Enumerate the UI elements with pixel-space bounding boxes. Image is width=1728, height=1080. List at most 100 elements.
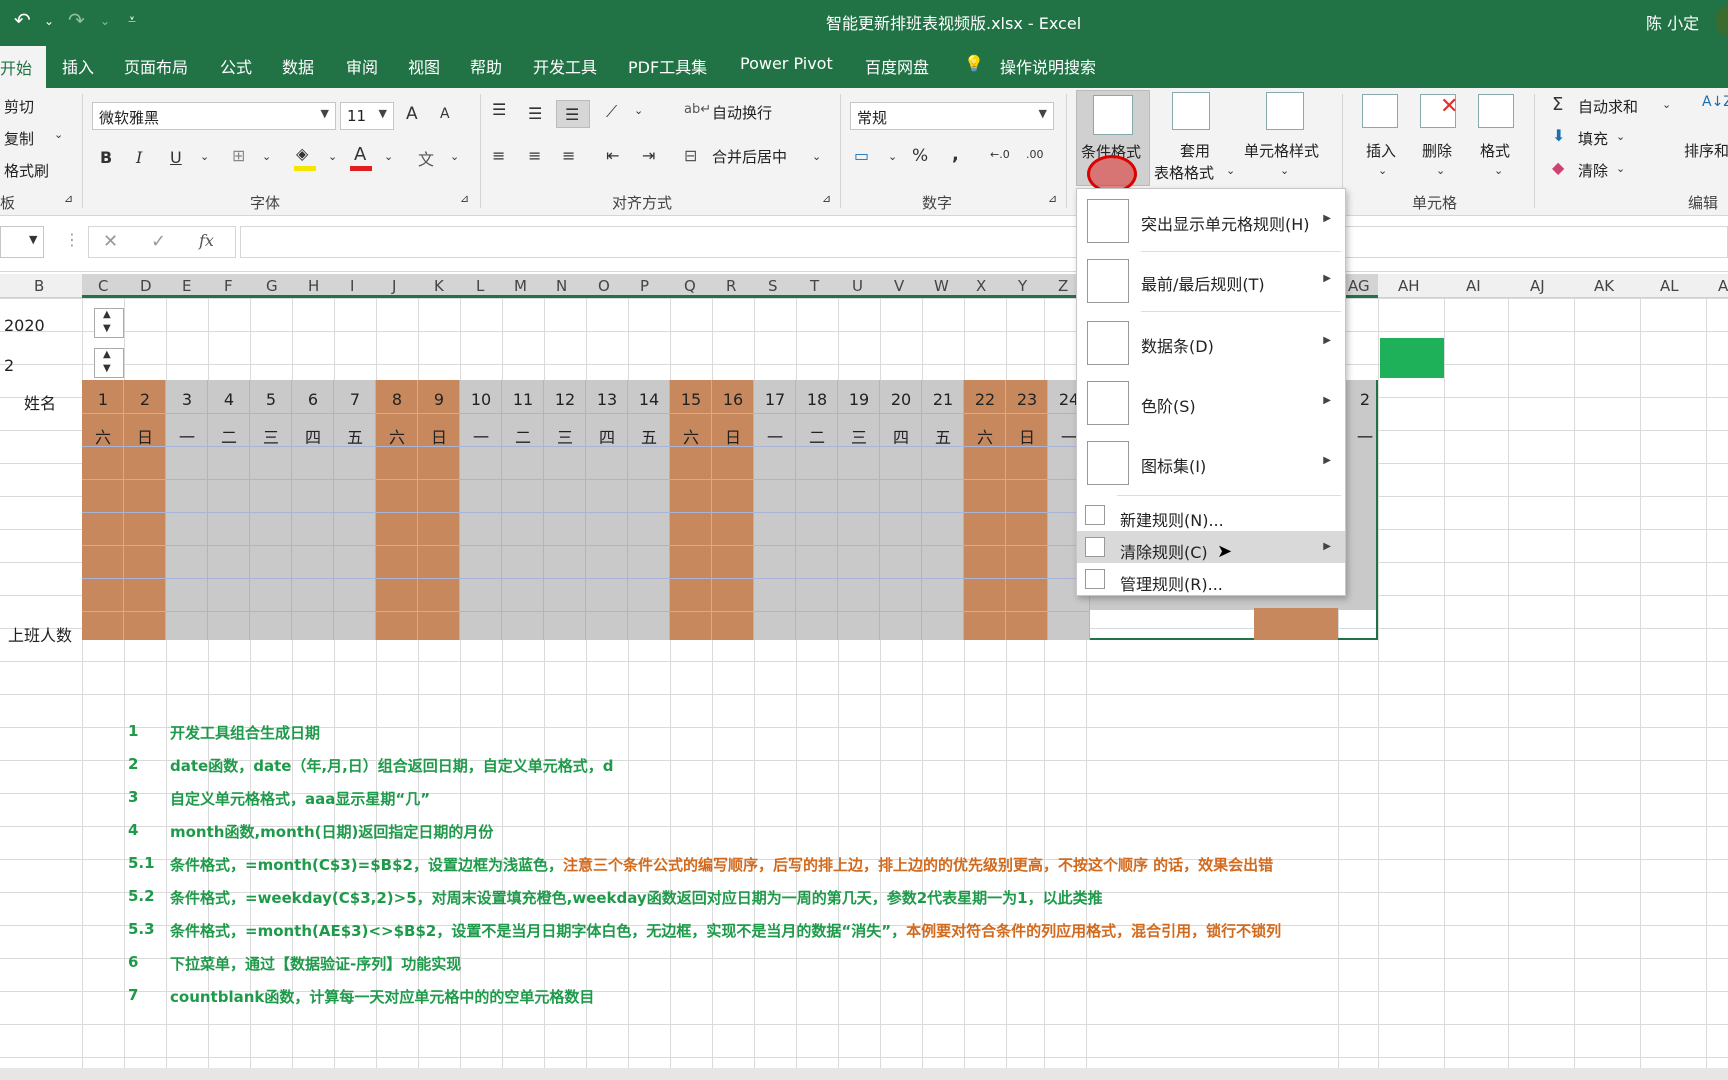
note-number[interactable]: 3	[128, 788, 138, 806]
weekend-column[interactable]	[712, 380, 754, 640]
menu-item-highlight-rules[interactable]: 突出显示单元格规则(H) ▶	[1077, 193, 1345, 249]
weekday-cell[interactable]: 一	[166, 424, 208, 448]
menu-item-clear-rules[interactable]: 清除规则(C) ▶ ➤	[1077, 531, 1345, 563]
weekday-column[interactable]	[208, 380, 250, 640]
clear-button[interactable]: 清除	[1578, 160, 1608, 181]
tab-developer[interactable]: 开发工具	[533, 54, 597, 78]
day-number-cell[interactable]: 12	[544, 390, 586, 409]
align-center-icon[interactable]: ≡	[528, 146, 541, 165]
year-spinner[interactable]: ▲ ▼	[94, 308, 124, 338]
col-header[interactable]: T	[810, 277, 819, 295]
note-text[interactable]: 条件格式，=month(C$3)=$B$2，设置边框为浅蓝色，注意三个条件公式的…	[170, 854, 1273, 875]
weekday-column[interactable]	[838, 380, 880, 640]
sheet-tabs-bar[interactable]	[0, 1068, 1728, 1080]
col-header[interactable]: P	[640, 277, 649, 295]
col-header[interactable]: D	[140, 277, 152, 295]
tab-baidu[interactable]: 百度网盘	[865, 54, 929, 78]
borders-dropdown-icon[interactable]: ⌄	[262, 150, 271, 163]
weekday-cell[interactable]: 三	[250, 424, 292, 448]
day-number-cell[interactable]: 2	[1344, 390, 1386, 409]
undo-icon[interactable]: ↶	[14, 8, 31, 32]
weekday-cell[interactable]: 一	[1344, 424, 1386, 448]
weekday-column[interactable]	[502, 380, 544, 640]
weekday-cell[interactable]: 三	[544, 424, 586, 448]
align-left-icon[interactable]: ≡	[492, 146, 505, 165]
note-number[interactable]: 2	[128, 755, 138, 773]
conditional-formatting-button[interactable]: 条件格式	[1076, 90, 1150, 193]
day-number-cell[interactable]: 6	[292, 390, 334, 409]
accounting-dropdown-icon[interactable]: ⌄	[888, 150, 897, 163]
increase-decimal-button[interactable]: ←.0	[990, 148, 1010, 161]
borders-icon[interactable]: ⊞	[232, 146, 245, 165]
weekday-column[interactable]	[544, 380, 586, 640]
weekday-cell[interactable]: 一	[460, 424, 502, 448]
note-text[interactable]: 开发工具组合生成日期	[170, 722, 320, 743]
day-number-cell[interactable]: 22	[964, 390, 1006, 409]
align-right-icon[interactable]: ≡	[562, 146, 575, 165]
merge-center-button[interactable]: 合并后居中	[712, 146, 787, 167]
phonetic-button[interactable]: 文	[418, 146, 434, 170]
align-top-icon[interactable]: ☰	[492, 100, 506, 119]
note-number[interactable]: 7	[128, 986, 138, 1004]
insert-dropdown-icon[interactable]: ⌄	[1378, 164, 1387, 177]
weekday-column[interactable]	[754, 380, 796, 640]
menu-item-color-scales[interactable]: 色阶(S) ▶	[1077, 373, 1345, 433]
tab-insert[interactable]: 插入	[62, 54, 94, 78]
col-header[interactable]: AJ	[1530, 277, 1545, 295]
fill-dropdown-icon[interactable]: ⌄	[328, 150, 337, 163]
weekday-cell[interactable]: 四	[292, 424, 334, 448]
weekend-column[interactable]	[670, 380, 712, 640]
delete-dropdown-icon[interactable]: ⌄	[1436, 164, 1445, 177]
note-text[interactable]: countblank函数，计算每一天对应单元格中的的空单元格数目	[170, 986, 594, 1007]
weekday-column[interactable]	[628, 380, 670, 640]
weekend-headcount-cells[interactable]	[1254, 608, 1338, 640]
percent-button[interactable]: %	[912, 146, 928, 166]
weekday-cell[interactable]: 六	[376, 424, 418, 448]
col-header[interactable]: G	[266, 277, 278, 295]
weekday-cell[interactable]: 四	[586, 424, 628, 448]
col-header[interactable]: U	[852, 277, 863, 295]
day-number-cell[interactable]: 2	[124, 390, 166, 409]
col-header[interactable]: X	[976, 277, 986, 295]
col-header[interactable]: Y	[1018, 277, 1027, 295]
menu-item-manage-rules[interactable]: 管理规则(R)...	[1077, 563, 1345, 595]
weekday-column[interactable]	[586, 380, 628, 640]
green-filled-cell[interactable]	[1380, 338, 1444, 378]
fill-dropdown-icon[interactable]: ⌄	[1616, 130, 1625, 143]
cut-button[interactable]: 剪切	[4, 96, 34, 117]
tab-home[interactable]: 开始	[0, 46, 46, 88]
weekend-column[interactable]	[376, 380, 418, 640]
note-number[interactable]: 5.2	[128, 887, 155, 905]
day-number-cell[interactable]: 4	[208, 390, 250, 409]
col-header[interactable]: B	[34, 277, 44, 295]
day-number-cell[interactable]: 16	[712, 390, 754, 409]
weekday-column[interactable]	[334, 380, 376, 640]
col-header[interactable]: AL	[1660, 277, 1679, 295]
orientation-dropdown-icon[interactable]: ⌄	[634, 104, 643, 117]
cancel-icon[interactable]: ✕	[103, 231, 118, 252]
weekend-column[interactable]	[82, 380, 124, 640]
day-number-cell[interactable]: 10	[460, 390, 502, 409]
note-number[interactable]: 6	[128, 953, 138, 971]
col-header[interactable]: K	[434, 277, 444, 295]
user-name[interactable]: 陈 小定	[1646, 10, 1699, 34]
weekday-column[interactable]	[250, 380, 292, 640]
align-middle-icon[interactable]: ☰	[528, 104, 542, 123]
tab-power-pivot[interactable]: Power Pivot	[740, 54, 833, 73]
name-box[interactable]: ▼	[0, 226, 44, 258]
orientation-icon[interactable]: ⟋	[606, 102, 617, 122]
number-launcher-icon[interactable]: ⊿	[1048, 192, 1057, 205]
col-header[interactable]: N	[556, 277, 567, 295]
day-number-cell[interactable]: 14	[628, 390, 670, 409]
comma-button[interactable]: ,	[952, 144, 959, 165]
note-text[interactable]: 下拉菜单，通过【数据验证-序列】功能实现	[170, 953, 461, 974]
col-header[interactable]: H	[308, 277, 319, 295]
wrap-text-button[interactable]: 自动换行	[712, 102, 772, 123]
accounting-icon[interactable]: ▭	[854, 146, 869, 165]
decrease-indent-icon[interactable]: ⇤	[606, 146, 619, 165]
shrink-font-button[interactable]: A	[440, 106, 450, 122]
tab-formulas[interactable]: 公式	[220, 54, 252, 78]
weekend-column[interactable]	[964, 380, 1006, 640]
decrease-decimal-button[interactable]: .00	[1026, 148, 1044, 161]
col-header[interactable]: Z	[1058, 277, 1068, 295]
